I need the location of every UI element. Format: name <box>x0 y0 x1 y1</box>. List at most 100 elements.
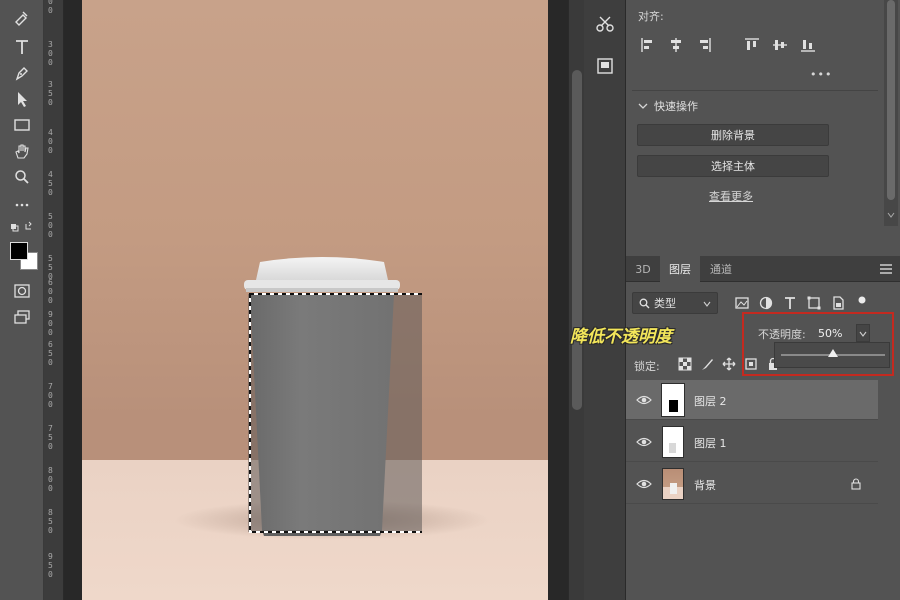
type-icon <box>16 40 28 54</box>
filter-toggle-icon[interactable] <box>854 295 870 311</box>
layer-row-layer-1[interactable]: 图层 1 <box>626 422 878 462</box>
properties-scrollbar[interactable] <box>884 0 898 226</box>
ruler-number: 9 0 0 <box>48 310 53 337</box>
ruler-number: 4 5 0 <box>48 170 53 197</box>
layer-name[interactable]: 背景 <box>694 477 716 493</box>
layers-panel-tabs: 3D 图层 通道 <box>626 256 900 282</box>
layer-filter-select[interactable]: 类型 <box>632 292 718 314</box>
zoom-tool[interactable] <box>8 166 36 188</box>
ruler-number: 7 0 0 <box>48 382 53 409</box>
panel-menu-icon[interactable] <box>880 264 892 274</box>
vertical-ruler: 2 0 0 3 0 0 3 5 0 4 0 0 4 5 0 5 0 0 5 5 … <box>44 0 64 600</box>
ruler-number: 5 5 0 <box>48 254 53 281</box>
annotation-text: 降低不透明度 <box>570 327 672 347</box>
scrollbar-thumb[interactable] <box>572 70 582 410</box>
align-vertical-centers-icon[interactable] <box>772 37 788 53</box>
path-selection-tool[interactable] <box>8 88 36 110</box>
annotation-highlight-box <box>742 312 894 376</box>
hand-tool[interactable] <box>8 140 36 162</box>
quick-actions-header[interactable]: 快速操作 <box>638 98 698 114</box>
align-right-edges-icon[interactable] <box>696 37 712 53</box>
layer-thumbnail-content <box>669 443 676 453</box>
ruler-number: 3 0 0 <box>48 40 53 67</box>
layer-row-background[interactable]: 背景 <box>626 464 878 504</box>
arrow-cursor-icon <box>18 92 27 107</box>
remove-background-button[interactable]: 删除背景 <box>637 124 829 146</box>
pen-icon <box>15 67 28 81</box>
panel-icon <box>597 58 613 74</box>
smart-object-filter-icon[interactable] <box>830 295 846 311</box>
layer-name[interactable]: 图层 1 <box>694 435 727 451</box>
tab-3d[interactable]: 3D <box>626 256 660 282</box>
ruler-number: 9 5 0 <box>48 552 53 579</box>
adjustment-layer-filter-icon[interactable] <box>758 295 774 311</box>
foreground-color-swatch[interactable] <box>10 242 28 260</box>
photoshop-window: 2 0 0 3 0 0 3 5 0 4 0 0 4 5 0 5 0 0 5 5 … <box>0 0 900 600</box>
ruler-number: 3 5 0 <box>48 80 53 107</box>
default-colors-swap[interactable] <box>8 220 36 236</box>
align-top-edges-icon[interactable] <box>744 37 760 53</box>
layer-thumbnail-content <box>670 483 677 494</box>
canvas-vertical-scrollbar[interactable] <box>568 0 584 600</box>
ruler-number: 6 0 0 <box>48 278 53 305</box>
quick-mask-mode[interactable] <box>8 280 36 302</box>
screen-mode-icon <box>14 310 30 324</box>
hand-icon <box>15 144 29 159</box>
ruler-number: 6 5 0 <box>48 340 53 367</box>
more-tools[interactable] <box>8 194 36 216</box>
chevron-down-icon <box>638 103 648 109</box>
align-label: 对齐: <box>638 10 664 23</box>
rectangle-tool[interactable] <box>8 114 36 136</box>
type-tool[interactable] <box>8 36 36 58</box>
panel-dock <box>584 0 626 600</box>
layer-thumbnail <box>662 468 684 500</box>
screen-mode[interactable] <box>8 306 36 328</box>
properties-panel: 对齐: ••• 快速操作 删除背景 选择主体 查看更多 <box>626 0 900 254</box>
properties-scrollbar-thumb[interactable] <box>887 0 895 200</box>
pen-tool[interactable] <box>8 62 36 84</box>
select-subject-button[interactable]: 选择主体 <box>637 155 829 177</box>
view-more-link[interactable]: 查看更多 <box>709 188 753 204</box>
layer-thumbnail-content <box>669 400 678 412</box>
divider <box>632 90 878 91</box>
tab-channels[interactable]: 通道 <box>700 256 742 282</box>
lock-image-pixels-icon[interactable] <box>700 357 714 371</box>
tab-layers[interactable]: 图层 <box>660 256 700 282</box>
eye-icon[interactable] <box>636 478 652 490</box>
layer-filter-row: 类型 <box>632 292 894 314</box>
ruler-number: 2 0 0 <box>48 0 53 15</box>
lock-label: 锁定: <box>634 360 660 373</box>
tool-presets-button[interactable] <box>591 10 619 38</box>
color-swatches[interactable] <box>10 242 40 272</box>
document-canvas[interactable] <box>64 0 568 600</box>
ellipsis-icon <box>15 203 29 207</box>
lock-transparent-pixels-icon[interactable] <box>678 357 692 371</box>
layer-row-layer-2[interactable]: 图层 2 <box>626 380 878 420</box>
layer-name[interactable]: 图层 2 <box>694 393 727 409</box>
shape-layer-filter-icon[interactable] <box>806 295 822 311</box>
eye-icon[interactable] <box>636 436 652 448</box>
swap-colors-icon <box>11 221 32 232</box>
healing-brush-tool[interactable] <box>8 6 36 28</box>
paper-cup[interactable] <box>222 250 427 540</box>
layers-scrollbar[interactable] <box>878 378 900 600</box>
paper-cup-image <box>244 257 427 536</box>
eye-icon[interactable] <box>636 394 652 406</box>
layer-thumbnail <box>662 426 684 458</box>
swatches-panel-button[interactable] <box>591 52 619 80</box>
scroll-down-arrow-icon[interactable] <box>887 212 895 218</box>
scissors-icon <box>596 16 614 32</box>
more-options-button[interactable]: ••• <box>810 68 832 81</box>
lock-position-icon[interactable] <box>722 357 736 371</box>
layer-filter-value: 类型 <box>654 297 676 310</box>
search-icon <box>639 298 650 308</box>
pixel-layer-filter-icon[interactable] <box>734 295 750 311</box>
type-layer-filter-icon[interactable] <box>782 295 798 311</box>
layer-thumbnail <box>661 383 685 417</box>
artboard[interactable] <box>82 0 548 600</box>
align-horizontal-centers-icon[interactable] <box>668 37 684 53</box>
align-bottom-edges-icon[interactable] <box>800 37 816 53</box>
ruler-number: 8 5 0 <box>48 508 53 535</box>
align-left-edges-icon[interactable] <box>640 37 656 53</box>
lock-icon <box>851 478 861 490</box>
